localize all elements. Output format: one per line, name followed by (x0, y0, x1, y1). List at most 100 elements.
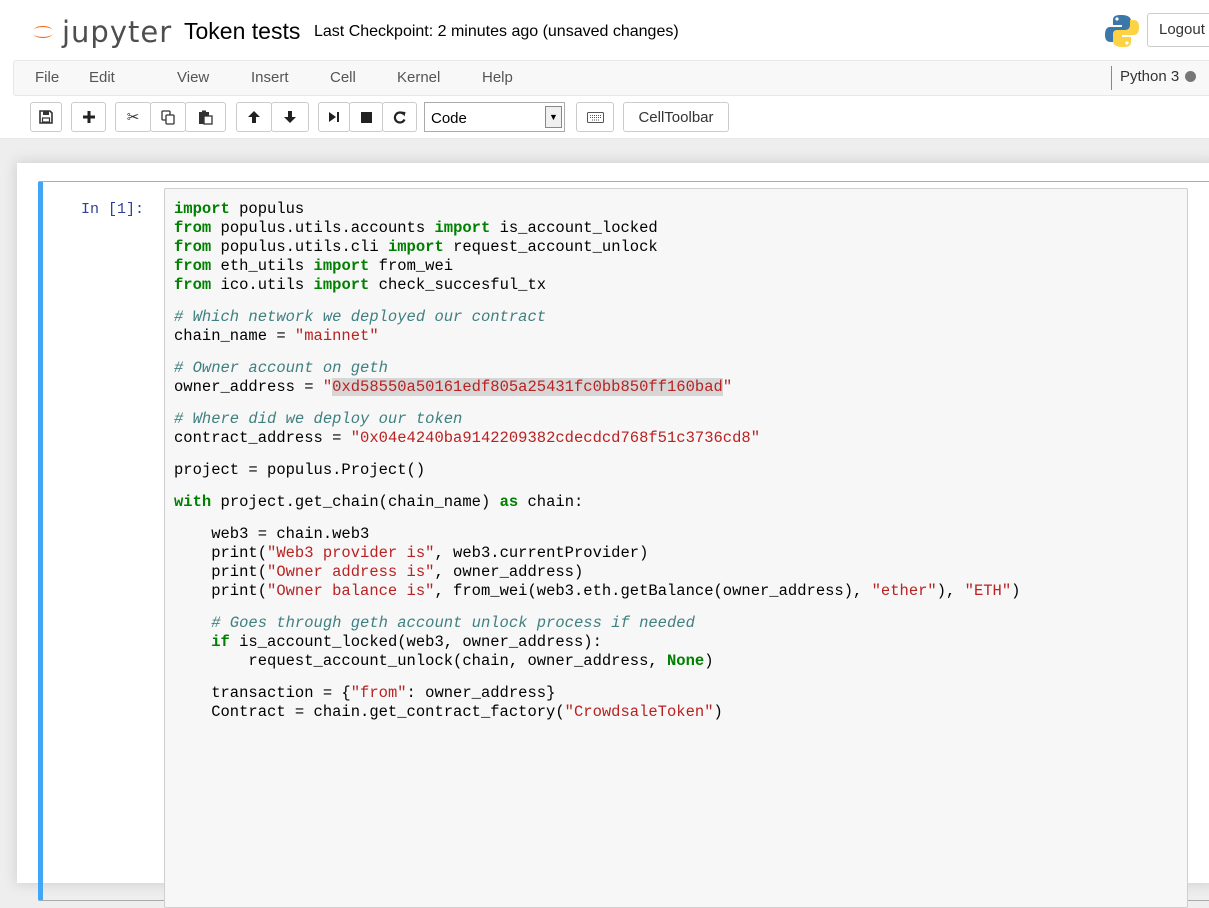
menu-kernel[interactable]: Kernel (397, 69, 440, 86)
code-text: chain_name = (174, 327, 295, 345)
code-line: from eth_utils import from_wei (174, 257, 1020, 276)
checkpoint-status: Last Checkpoint: 2 minutes ago (unsaved … (314, 23, 679, 40)
code-string: "Owner address is" (267, 563, 435, 581)
save-button[interactable] (30, 102, 62, 132)
code-text: Contract = chain.get_contract_factory( (174, 703, 565, 721)
code-text: ) (704, 652, 714, 670)
code-line: request_account_unlock(chain, owner_addr… (174, 652, 1020, 671)
command-palette-button[interactable] (576, 102, 614, 132)
code-line: web3 = chain.web3 (174, 525, 1020, 544)
code-line: Contract = chain.get_contract_factory("C… (174, 703, 1020, 722)
code-keyword: import (313, 276, 370, 294)
logout-button[interactable]: Logout (1147, 13, 1209, 47)
move-down-icon (284, 111, 296, 123)
code-text: eth_utils (211, 257, 314, 275)
copy-button[interactable] (150, 102, 186, 132)
code-keyword: from (174, 219, 212, 237)
run-icon (329, 112, 339, 122)
restart-button[interactable] (382, 102, 417, 132)
code-keyword: with (174, 493, 212, 511)
code-line: if is_account_locked(web3, owner_address… (174, 633, 1020, 652)
interrupt-button[interactable] (349, 102, 383, 132)
code-comment: # Goes through geth account unlock proce… (174, 614, 695, 632)
menu-file[interactable]: File (35, 69, 59, 86)
code-text: ico.utils (211, 276, 314, 294)
code-text: : owner_address} (406, 684, 556, 702)
code-line: print("Owner balance is", from_wei(web3.… (174, 582, 1020, 601)
notebook-title[interactable]: Token tests (184, 18, 300, 45)
code-text: populus.utils.cli (211, 238, 388, 256)
menu-help[interactable]: Help (482, 69, 513, 86)
menu-insert[interactable]: Insert (251, 69, 289, 86)
jupyter-orbit-icon (33, 25, 53, 39)
code-line: contract_address = "0x04e4240ba914220938… (174, 429, 1020, 448)
code-keyword: from (174, 257, 212, 275)
kernel-name: Python 3 (1120, 68, 1180, 85)
code-string: "CrowdsaleToken" (564, 703, 714, 721)
cut-icon: ✂ (126, 109, 140, 126)
menu-edit[interactable]: Edit (89, 69, 115, 86)
cell-type-select[interactable]: Code ▼ (424, 102, 565, 132)
header: jupyter Token tests Last Checkpoint: 2 m… (0, 0, 1209, 139)
code-line: project = populus.Project() (174, 461, 1020, 480)
code-string: "0x04e4240ba9142209382cdecdcd768f51c3736… (350, 429, 761, 447)
notebook-container: In [1]: import populus from populus.utils… (17, 163, 1209, 908)
code-text: check_succesful_tx (369, 276, 547, 294)
jupyter-logo[interactable]: jupyter (30, 14, 172, 50)
code-line: from populus.utils.accounts import is_ac… (174, 219, 1020, 238)
code-string: "Web3 provider is" (267, 544, 435, 562)
celltoolbar-button[interactable]: CellToolbar (623, 102, 729, 132)
code-text: from_wei (369, 257, 454, 275)
code-cell[interactable]: In [1]: import populus from populus.utils… (38, 181, 1209, 908)
code-line: # Where did we deploy our token (174, 410, 1020, 429)
code-keyword: import (313, 257, 370, 275)
menubar: File Edit View Insert Cell Kernel Help P… (13, 60, 1209, 96)
code-string: " (722, 378, 733, 396)
code-string: "ether" (871, 582, 937, 600)
code-string: "Owner balance is" (267, 582, 435, 600)
code-keyword: from (174, 238, 212, 256)
code-text: print( (174, 582, 268, 600)
paste-button[interactable] (185, 102, 226, 132)
move-up-icon (248, 111, 260, 123)
cut-button[interactable]: ✂ (115, 102, 151, 132)
code-text: , from_wei(web3.eth.getBalance(owner_add… (434, 582, 872, 600)
code-content[interactable]: import populus from populus.utils.account… (174, 200, 1020, 722)
code-line: # Which network we deployed our contract (174, 308, 1020, 327)
code-line: from ico.utils import check_succesful_tx (174, 276, 1020, 295)
move-up-button[interactable] (236, 102, 272, 132)
move-down-button[interactable] (271, 102, 309, 132)
menu-cell[interactable]: Cell (330, 69, 356, 86)
keyboard-icon (586, 111, 604, 123)
code-editor[interactable]: import populus from populus.utils.account… (164, 188, 1188, 908)
code-text: populus (229, 200, 305, 218)
code-keyword: None (666, 652, 705, 670)
menu-view[interactable]: View (177, 69, 209, 86)
code-text: chain: (518, 493, 584, 511)
code-string: "from" (350, 684, 407, 702)
code-text: print( (174, 563, 268, 581)
code-keyword: as (499, 493, 519, 511)
kernel-indicator: Python 3 (1111, 66, 1197, 90)
code-line: # Goes through geth account unlock proce… (174, 614, 1020, 633)
code-text: ) (1011, 582, 1021, 600)
code-text: request_account_unlock (443, 238, 658, 256)
run-button[interactable] (318, 102, 350, 132)
code-line: chain_name = "mainnet" (174, 327, 1020, 346)
code-text: is_account_locked (490, 219, 658, 237)
code-text: ) (713, 703, 723, 721)
code-comment: # Where did we deploy our token (174, 410, 463, 428)
code-keyword: from (174, 276, 212, 294)
code-line: # Owner account on geth (174, 359, 1020, 378)
restart-icon (393, 110, 406, 124)
code-line: from populus.utils.cli import request_ac… (174, 238, 1020, 257)
add-cell-button[interactable] (71, 102, 106, 132)
code-text: ), (936, 582, 965, 600)
copy-icon (160, 109, 175, 125)
code-line: owner_address = "0xd58550a50161edf805a25… (174, 378, 1020, 397)
logo-text: jupyter (62, 14, 173, 49)
